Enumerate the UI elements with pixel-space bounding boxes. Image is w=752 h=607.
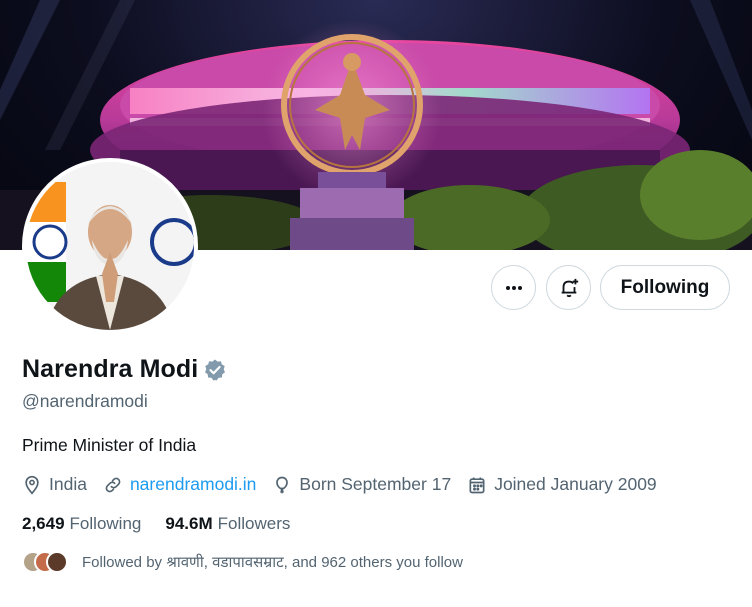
bell-plus-icon	[561, 278, 578, 297]
birthday-text: Born September 17	[299, 474, 452, 494]
profile-meta: India narendramodi.in Born September 17 …	[22, 474, 673, 495]
following-count: 2,649	[22, 514, 65, 533]
following-label: Following	[69, 514, 142, 533]
followers-label: Followers	[217, 514, 291, 533]
website-item[interactable]: narendramodi.in	[103, 474, 256, 495]
location-pin-icon	[25, 475, 39, 495]
joined-item: Joined January 2009	[467, 474, 657, 495]
profile-name-row: Narendra Modi	[22, 355, 227, 384]
following-button[interactable]: Following	[600, 265, 730, 310]
follow-counts: 2,649 Following 94.6M Followers	[22, 514, 314, 534]
location-item: India	[22, 474, 87, 495]
balloon-icon	[276, 476, 289, 493]
followers-count-link[interactable]: 94.6M Followers	[165, 514, 290, 534]
followed-by-row[interactable]: Followed by श्रावणी, वडापावसम्राट, and 9…	[22, 550, 463, 574]
profile-handle: @narendramodi	[22, 391, 148, 411]
following-count-link[interactable]: 2,649 Following	[22, 514, 141, 534]
verified-badge-icon	[205, 359, 226, 380]
notifications-button[interactable]	[546, 265, 591, 310]
profile-name: Narendra Modi	[22, 355, 199, 383]
link-icon	[105, 477, 121, 492]
profile-bio: Prime Minister of India	[22, 435, 197, 455]
more-horizontal-icon	[505, 285, 522, 290]
avatar	[46, 551, 68, 573]
calendar-icon	[469, 477, 485, 493]
followers-you-know-avatars	[22, 550, 72, 574]
followed-by-text: Followed by श्रावणी, वडापावसम्राट, and 9…	[82, 554, 463, 571]
location-text: India	[49, 474, 87, 494]
more-options-button[interactable]	[491, 265, 536, 310]
joined-text: Joined January 2009	[494, 474, 657, 494]
birthday-item: Born September 17	[272, 474, 451, 495]
website-link[interactable]: narendramodi.in	[130, 474, 256, 495]
profile-avatar[interactable]	[22, 158, 198, 334]
followers-count: 94.6M	[165, 514, 213, 533]
